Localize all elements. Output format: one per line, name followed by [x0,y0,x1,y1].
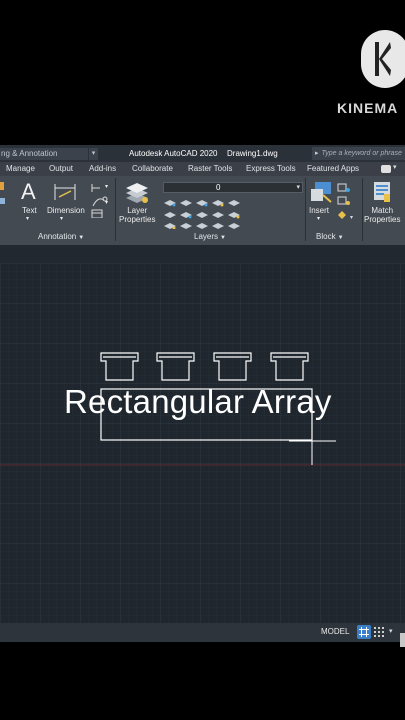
watermark-text: KINEMA [337,100,399,116]
block-panel-title: Block [316,232,336,241]
status-bar-edge [400,633,405,647]
chevron-down-icon[interactable]: ▾ [389,627,393,635]
k-glyph-icon [375,42,391,76]
block-tools-icons[interactable]: ▾ [336,182,356,222]
model-space-button[interactable]: MODEL [321,627,349,636]
status-bar: MODEL ▾ [0,623,405,647]
tab-raster-tools[interactable]: Raster Tools [188,164,232,173]
chevron-down-icon: ▼ [220,235,226,241]
chevron-down-icon: ▼ [78,235,85,241]
chevron-down-icon[interactable]: ▾ [60,215,63,224]
chevron-down-icon[interactable]: ▾ [26,215,29,224]
leader-table-tools-icon[interactable] [90,182,112,218]
panel-divider [362,178,363,241]
text-icon[interactable]: A [20,180,40,202]
ribbon-tabs: Manage Output Add-ins Collaborate Raster… [0,162,405,176]
grid-toggle-icon[interactable] [357,625,371,639]
match-properties-label[interactable]: Match Properties [364,206,400,224]
video-caption: Rectangular Array [64,383,332,420]
search-placeholder: Type a keyword or phrase [321,150,402,157]
app-title: Autodesk AutoCAD 2020 [129,149,218,158]
layer-properties-label[interactable]: Layer Properties [119,206,155,224]
layer-current-value: 0 [216,183,221,192]
chevron-down-icon[interactable]: ▾ [105,199,108,208]
panel-divider [305,178,306,241]
video-icon[interactable] [381,165,391,173]
chevron-down-icon[interactable]: ▾ [105,183,108,192]
tab-collaborate[interactable]: Collaborate [132,164,173,173]
svg-text:▾: ▾ [350,215,353,221]
dimension-icon[interactable] [53,182,77,202]
title-bar: ng & Annotation ▾ Autodesk AutoCAD 2020 … [0,145,405,162]
panel-divider [115,178,116,241]
layer-dropdown[interactable]: 0 ▾ [163,182,303,193]
layer-tools-icons[interactable] [162,197,242,229]
chevron-down-icon[interactable]: ▾ [89,148,98,160]
workspace-switcher[interactable]: ng & Annotation [0,148,88,160]
svg-text:A: A [21,180,36,202]
file-name: Drawing1.dwg [227,149,278,158]
autocad-window: ng & Annotation ▾ Autodesk AutoCAD 2020 … [0,145,405,647]
layers-panel-label[interactable]: Layers ▼ [194,232,226,241]
annotation-panel-label[interactable]: Annotation ▼ [38,232,84,241]
tab-manage[interactable]: Manage [6,164,35,173]
search-input[interactable]: ▸ Type a keyword or phrase [312,147,405,160]
tab-express-tools[interactable]: Express Tools [246,164,296,173]
canvas-grid-and-geometry[interactable] [0,263,405,625]
annotation-panel-title: Annotation [38,232,77,241]
match-properties-icon[interactable] [372,180,394,204]
drawing-canvas[interactable]: Rectangular Array [0,263,405,625]
insert-block-icon[interactable] [309,180,333,204]
chevron-down-icon: ▼ [337,235,344,241]
edit-tools-icon[interactable] [0,182,6,212]
block-panel-label[interactable]: Block ▼ [316,232,344,241]
tab-add-ins[interactable]: Add-ins [89,164,116,173]
tab-output[interactable]: Output [49,164,73,173]
snap-mode-icon[interactable] [374,627,384,637]
kinemaster-logo-icon [361,30,405,88]
tab-featured-apps[interactable]: Featured Apps [307,164,359,173]
chevron-down-icon[interactable]: ▾ [317,215,320,224]
chevron-right-icon: ▸ [315,150,319,157]
layer-properties-icon[interactable] [124,182,150,204]
layers-panel-title: Layers [194,232,219,241]
chevron-down-icon: ▾ [296,184,300,191]
ribbon: A Text ▾ Dimension ▾ ▾ ▾ Annotation ▼ La… [0,176,405,245]
text-button-label[interactable]: Text [22,206,37,215]
dimension-button-label[interactable]: Dimension [47,206,85,215]
chevron-down-icon[interactable]: ▾ [393,163,397,171]
insert-button-label[interactable]: Insert [309,206,329,215]
